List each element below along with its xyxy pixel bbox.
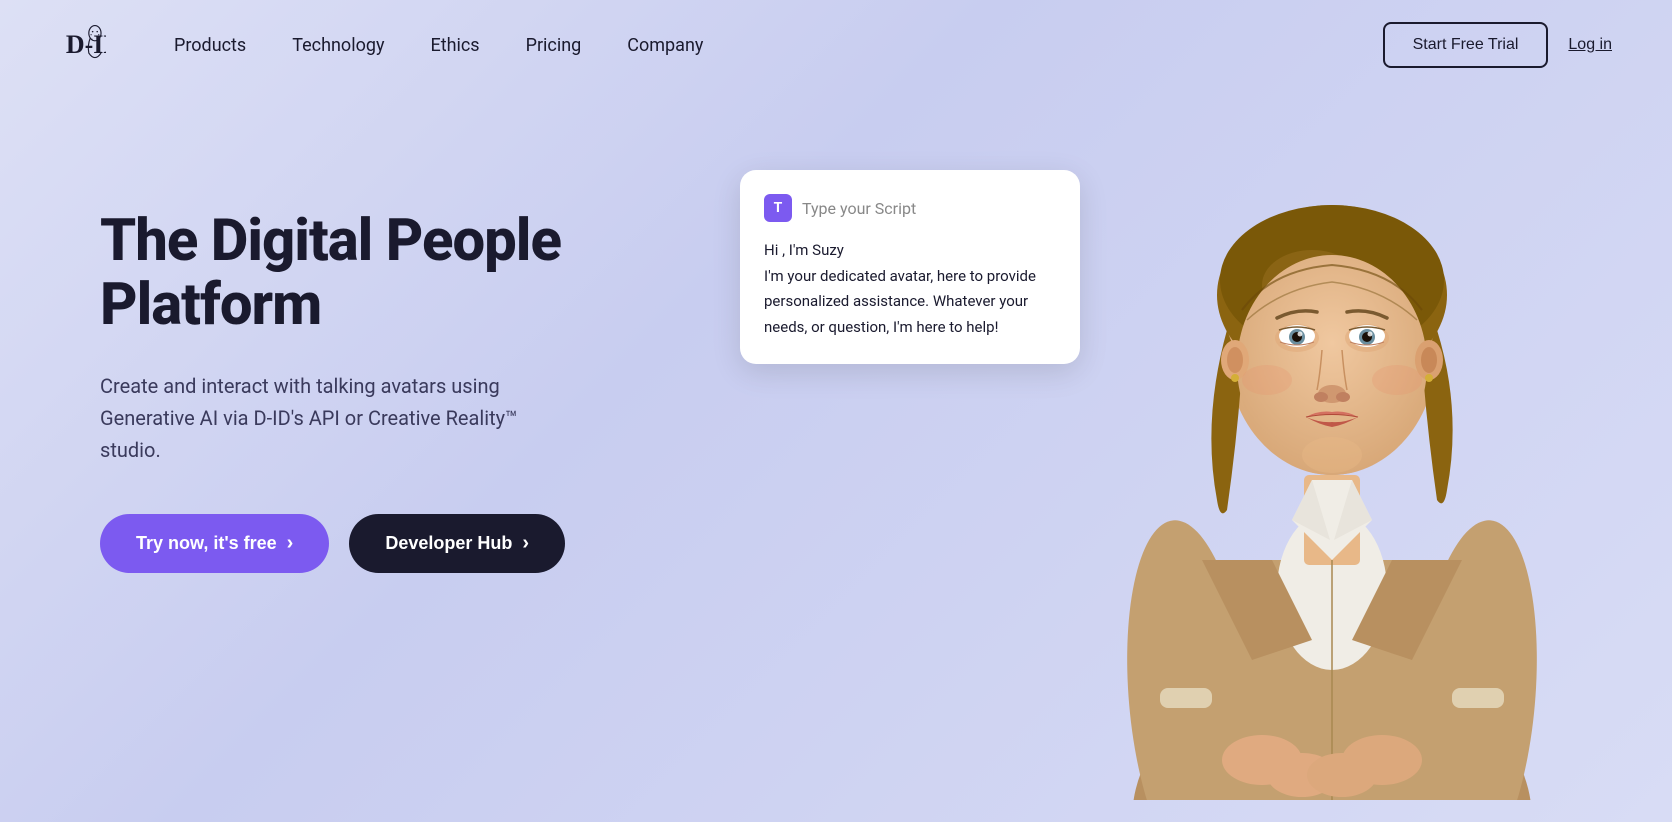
login-button[interactable]: Log in [1568,36,1612,54]
hero-right: T Type your Script Hi , I'm Suzy I'm you… [680,150,1592,800]
start-trial-button[interactable]: Start Free Trial [1383,22,1549,68]
nav-products[interactable]: Products [156,27,264,64]
hero-buttons: Try now, it's free › Developer Hub › [100,514,680,573]
logo[interactable]: D-ID [60,24,96,66]
script-card: T Type your Script Hi , I'm Suzy I'm you… [740,170,1080,364]
script-card-body[interactable]: Hi , I'm Suzy I'm your dedicated avatar,… [764,238,1056,340]
developer-hub-arrow: › [522,532,529,555]
nav-links: Products Technology Ethics Pricing Compa… [156,27,1383,64]
hero-description: Create and interact with talking avatars… [100,370,580,466]
hero-left: The Digital People Platform Create and i… [100,150,680,573]
nav-company[interactable]: Company [609,27,721,64]
script-card-header: T Type your Script [764,194,1056,222]
try-free-button[interactable]: Try now, it's free › [100,514,329,573]
avatar-image [1072,140,1592,800]
try-free-arrow: › [287,532,294,555]
nav-technology[interactable]: Technology [274,27,402,64]
script-card-title: Type your Script [802,199,916,218]
nav-ethics[interactable]: Ethics [412,27,497,64]
navbar: D-ID Products Technology Ethics Pricing … [0,0,1672,90]
developer-hub-label: Developer Hub [385,533,512,554]
hero-title: The Digital People Platform [100,210,680,338]
try-free-label: Try now, it's free [136,533,277,554]
nav-pricing[interactable]: Pricing [508,27,600,64]
nav-actions: Start Free Trial Log in [1383,22,1612,68]
hero-section: The Digital People Platform Create and i… [0,90,1672,820]
developer-hub-button[interactable]: Developer Hub › [349,514,565,573]
script-icon: T [764,194,792,222]
